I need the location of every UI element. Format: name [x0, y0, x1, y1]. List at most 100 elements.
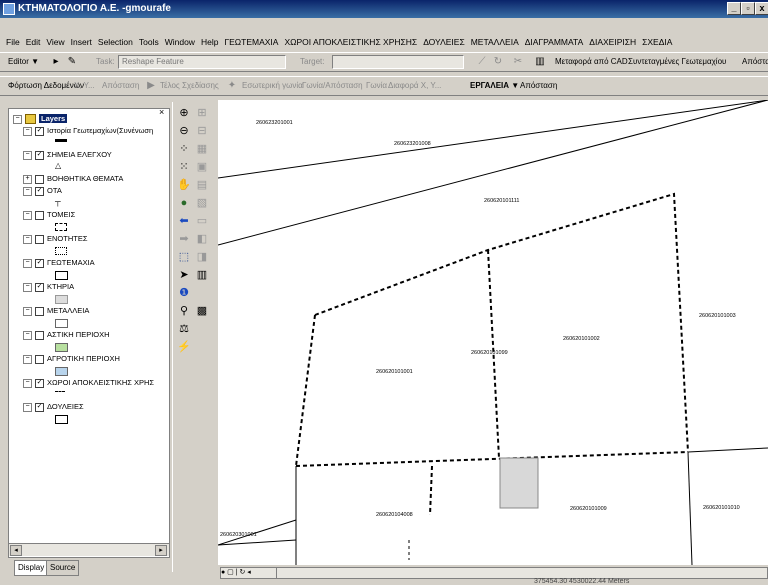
tab-source[interactable]: Source — [46, 560, 80, 576]
load-data-button[interactable]: Φόρτωση Δεδομένων — [8, 80, 84, 92]
menu-xoroi[interactable]: ΧΩΡΟΙ ΑΠΟΚΛΕΙΣΤΙΚΗΣ ΧΡΗΣΗΣ — [281, 34, 420, 50]
expand-toggle-icon[interactable]: − — [23, 402, 32, 412]
angle-icon[interactable]: ✦ — [226, 80, 238, 92]
difference-xy-button[interactable]: Διαφορά Χ, Υ... — [388, 80, 441, 92]
layer-checkbox[interactable] — [35, 306, 44, 316]
menu-file[interactable]: File — [0, 34, 23, 50]
menu-diaxeirisi[interactable]: ΔΙΑΧΕΙΡΙΣΗ — [586, 34, 639, 50]
find-binoculars-icon[interactable]: ⚲ — [177, 304, 191, 318]
menu-geotemaxia[interactable]: ΓΕΩΤΕΜΑΧΙΑ — [221, 34, 281, 50]
map-extent-icon[interactable]: ▣ — [195, 160, 209, 174]
expand-toggle-icon[interactable]: − — [23, 258, 32, 268]
menu-edit[interactable]: Edit — [23, 34, 44, 50]
angle-button[interactable]: Γωνία — [366, 80, 387, 92]
expand-toggle-icon[interactable]: − — [23, 150, 32, 160]
distance-button-editor[interactable]: Απόστα — [742, 56, 768, 68]
layer-row[interactable]: + ΒΟΗΘΗΤΙΚΑ ΘΕΜΑΤΑ — [23, 173, 123, 185]
edit-pointer-icon[interactable]: ▸ — [50, 56, 62, 68]
distance-button-1[interactable]: Απόσταση — [102, 80, 139, 92]
attributes-icon[interactable]: ▥ — [534, 56, 546, 68]
menu-metalleia[interactable]: ΜΕΤΑΛΛΕΙΑ — [468, 34, 522, 50]
page-back-icon[interactable]: ◧ — [195, 232, 209, 246]
layer-checkbox[interactable] — [35, 354, 44, 364]
select-features-icon[interactable]: ⬚ — [177, 250, 191, 264]
finish-sketch-button[interactable]: Τέλος Σχεδίασης — [160, 80, 219, 92]
pan-hand-icon[interactable]: ✋ — [177, 178, 191, 192]
layer-checkbox[interactable]: ✓ — [35, 258, 44, 268]
expand-toggle-icon[interactable]: − — [23, 282, 32, 292]
menu-selection[interactable]: Selection — [95, 34, 136, 50]
layer-checkbox[interactable] — [35, 210, 44, 220]
tools-menu-button[interactable]: ΕΡΓΑΛΕΙΑ ▼ — [470, 80, 519, 92]
layer-row[interactable]: − ✓ ΟΤΑ — [23, 185, 62, 197]
interior-angle-button[interactable]: Εσωτερική γωνία — [242, 80, 303, 92]
layer-row[interactable]: − ΑΣΤΙΚΗ ΠΕΡΙΟΧΗ — [23, 329, 110, 341]
split-icon[interactable]: ✂ — [512, 56, 524, 68]
layer-checkbox[interactable]: ✓ — [35, 126, 44, 136]
scroll-left-icon[interactable]: ◂ — [10, 545, 22, 556]
task-dropdown[interactable]: Reshape Feature — [118, 55, 286, 69]
back-arrow-icon[interactable]: ⬅ — [177, 214, 191, 228]
layout-zoom-icon[interactable]: ▤ — [195, 178, 209, 192]
toc-horizontal-scrollbar[interactable]: ◂ ▸ — [9, 543, 169, 556]
line-tool-icon[interactable]: ⟋ — [476, 56, 488, 68]
xy-button[interactable]: X, Y... — [74, 80, 95, 92]
data-frame-icon[interactable]: ▩ — [195, 304, 209, 318]
expand-toggle-icon[interactable]: − — [23, 306, 32, 316]
menu-view[interactable]: View — [43, 34, 67, 50]
page-icon[interactable]: ▭ — [195, 214, 209, 228]
fixed-zoom-in-icon[interactable]: ⊞ — [195, 106, 209, 120]
layer-checkbox[interactable]: ✓ — [35, 150, 44, 160]
scroll-right-icon[interactable]: ▸ — [155, 545, 167, 556]
full-extent-icon[interactable]: ▦ — [195, 142, 209, 156]
layers-root[interactable]: − Layers — [13, 113, 68, 125]
angle-distance-button[interactable]: Γωνία/Απόσταση — [302, 80, 363, 92]
expand-toggle-icon[interactable]: − — [23, 210, 32, 220]
expand-toggle-icon[interactable]: − — [23, 330, 32, 340]
layout-toggle-icon[interactable]: ▥ — [195, 268, 209, 282]
menu-window[interactable]: Window — [162, 34, 198, 50]
menu-sxedia[interactable]: ΣΧΕΔΙΑ — [639, 34, 675, 50]
expand-toggle-icon[interactable]: − — [23, 126, 32, 136]
distance-button-2[interactable]: Απόσταση — [520, 80, 557, 92]
sketch-pencil-icon[interactable]: ✎ — [66, 56, 78, 68]
layer-row[interactable]: − ✓ ΧΩΡΟΙ ΑΠΟΚΛΕΙΣΤΙΚΗΣ ΧΡΗΣ — [23, 377, 154, 389]
expand-toggle-icon[interactable]: + — [23, 174, 32, 184]
page-forward-icon[interactable]: ◨ — [195, 250, 209, 264]
menu-help[interactable]: Help — [198, 34, 221, 50]
layer-row[interactable]: − ✓ ΚΤΗΡΙΑ — [23, 281, 74, 293]
menu-insert[interactable]: Insert — [68, 34, 95, 50]
forward-arrow-icon[interactable]: ➡ — [177, 232, 191, 246]
minimize-button[interactable]: _ — [727, 2, 741, 15]
globe-icon[interactable]: ● — [177, 196, 191, 210]
zoom-center-icon[interactable]: ⁙ — [177, 160, 191, 174]
layer-row[interactable]: − ✓ ΓΕΩΤΕΜΑΧΙΑ — [23, 257, 95, 269]
zoom-out-icon[interactable]: ⊖ — [177, 124, 191, 138]
close-button[interactable]: x — [755, 2, 768, 15]
expand-toggle-icon[interactable]: − — [23, 234, 32, 244]
parcel-coords-button[interactable]: Συντεταγμένες Γεωτεμαχίου — [628, 56, 726, 68]
cad-transfer-button[interactable]: Μεταφορά από CAD — [555, 56, 628, 68]
rotate-icon[interactable]: ↻ — [492, 56, 504, 68]
menu-tools[interactable]: Tools — [136, 34, 162, 50]
layer-row[interactable]: − ΜΕΤΑΛΛΕΙΑ — [23, 305, 89, 317]
menu-douleies[interactable]: ΔΟΥΛΕΙΕΣ — [420, 34, 468, 50]
expand-toggle-icon[interactable]: − — [23, 186, 32, 196]
menu-diagrammata[interactable]: ΔΙΑΓΡΑΜΜΑΤΑ — [522, 34, 587, 50]
expand-toggle-icon[interactable]: − — [23, 378, 32, 388]
view-switcher[interactable]: ● ▢ | ↻ ◂ — [220, 567, 278, 579]
fixed-zoom-icon[interactable]: ⁘ — [177, 142, 191, 156]
fixed-zoom-out-icon[interactable]: ⊟ — [195, 124, 209, 138]
zoom-in-icon[interactable]: ⊕ — [177, 106, 191, 120]
layer-row[interactable]: − ΤΟΜΕΙΣ — [23, 209, 75, 221]
collapse-icon[interactable]: − — [13, 114, 22, 124]
layer-checkbox[interactable] — [35, 330, 44, 340]
target-dropdown[interactable] — [332, 55, 464, 69]
select-pointer-icon[interactable]: ➤ — [177, 268, 191, 282]
layer-row[interactable]: − ✓ ΔΟΥΛΕΙΕΣ — [23, 401, 84, 413]
layer-row[interactable]: − ✓ ΣΗΜΕΙΑ ΕΛΕΓΧΟΥ — [23, 149, 112, 161]
tab-display[interactable]: Display — [14, 560, 49, 576]
map-horizontal-scrollbar[interactable] — [276, 567, 768, 579]
layer-checkbox[interactable]: ✓ — [35, 378, 44, 388]
layer-checkbox[interactable] — [35, 174, 44, 184]
